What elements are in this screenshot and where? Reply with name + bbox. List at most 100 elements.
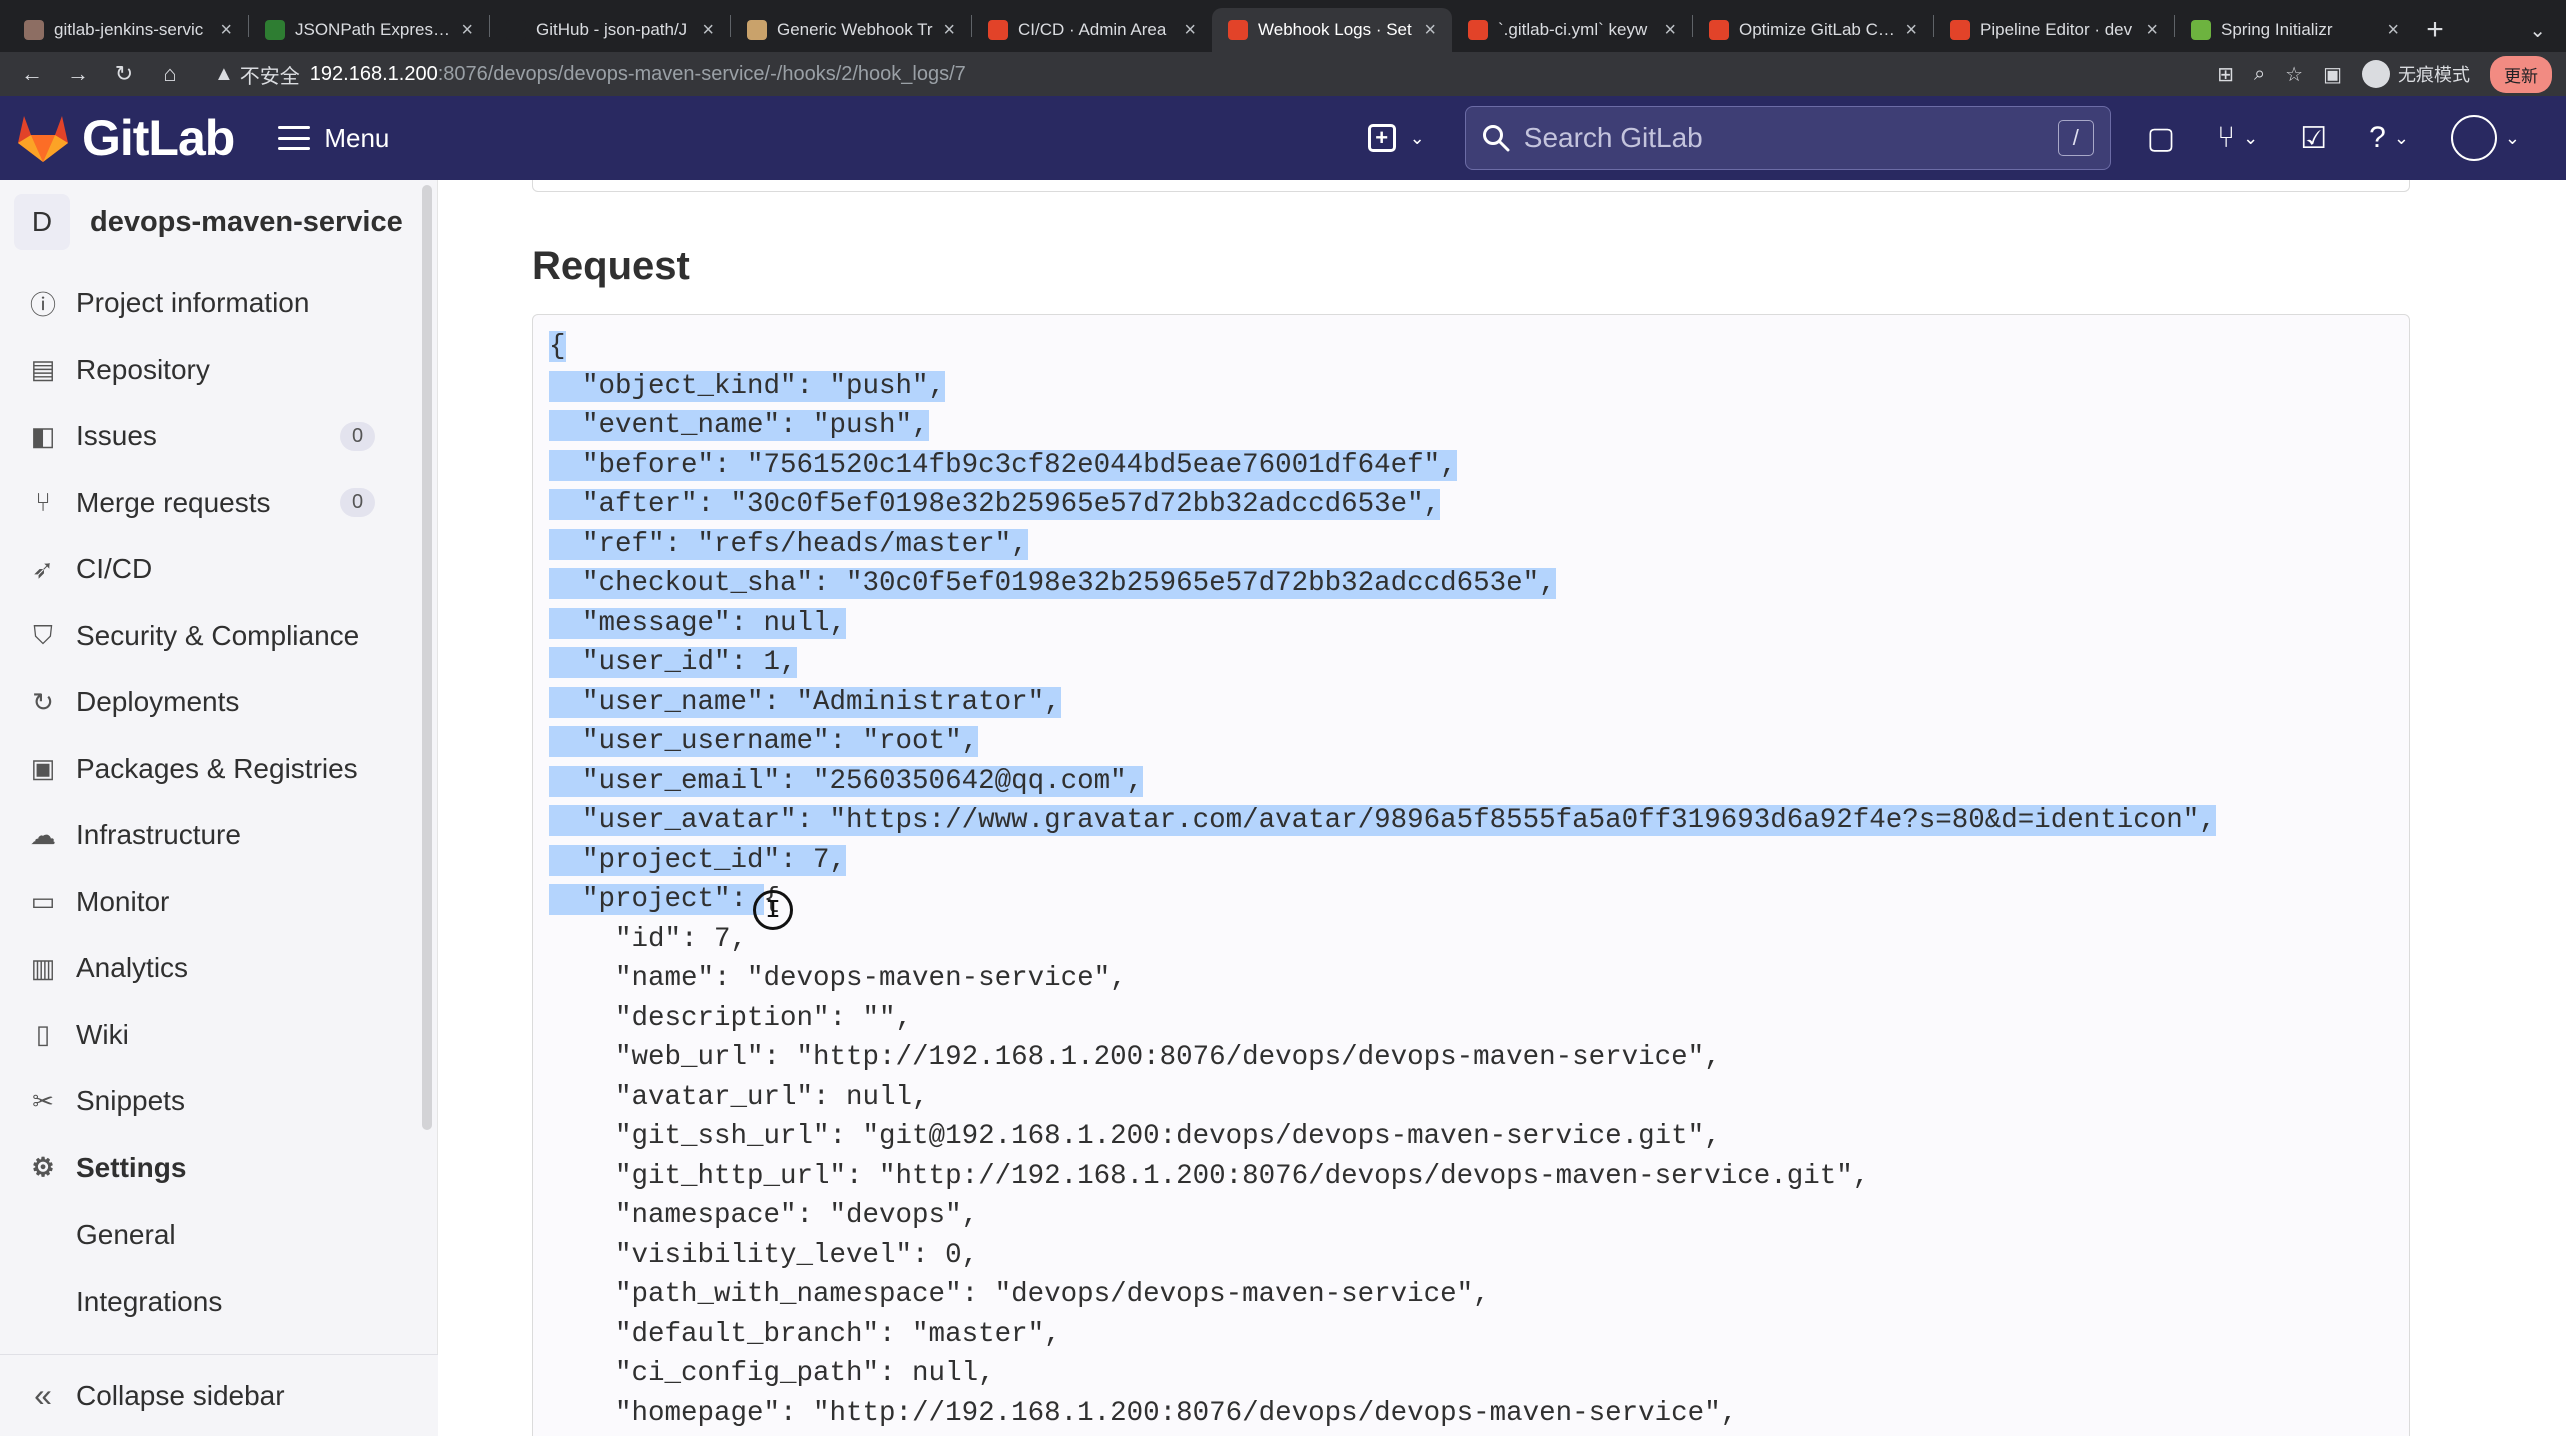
sidebar-item-wiki[interactable]: ▯ Wiki [0, 1002, 437, 1069]
zoom-icon[interactable]: ⌕ [2254, 63, 2265, 86]
close-tab-icon[interactable]: × [2146, 19, 2158, 42]
sidebar-subitem-general[interactable]: General [0, 1201, 437, 1268]
sidebar-item-repository[interactable]: ▤ Repository [0, 337, 437, 404]
url-host: 192.168.1.200 [309, 62, 438, 85]
address-bar[interactable]: ▲ 不安全 192.168.1.200:8076/devops/devops-m… [214, 60, 2217, 89]
close-tab-icon[interactable]: × [1424, 19, 1436, 42]
code-line: { [549, 327, 2216, 367]
close-tab-icon[interactable]: × [2387, 19, 2399, 42]
browser-tab[interactable]: Pipeline Editor · dev × [1934, 8, 2174, 52]
code-line: "ci_config_path": null, [549, 1354, 2216, 1394]
previous-section-box [532, 180, 2410, 192]
close-tab-icon[interactable]: × [1905, 19, 1917, 42]
code-line-text: "name": "devops-maven-service", [549, 963, 1127, 994]
code-line-text: "path_with_namespace": "devops/devops-ma… [549, 1279, 1490, 1310]
hamburger-icon [278, 126, 311, 150]
browser-tab[interactable]: JSONPath Expressio × [249, 8, 489, 52]
forward-arrow-icon[interactable]: → [60, 56, 96, 92]
document-icon: ▤ [30, 354, 56, 385]
close-tab-icon[interactable]: × [943, 19, 955, 42]
search-box[interactable]: / [1464, 106, 2111, 170]
update-button[interactable]: 更新 [2490, 55, 2552, 93]
reload-icon[interactable]: ↻ [106, 56, 142, 92]
deployments-icon: ↻ [32, 686, 54, 717]
browser-tab[interactable]: GitHub - json-path/J × [490, 8, 730, 52]
browser-tab[interactable]: CI/CD · Admin Area × [972, 8, 1212, 52]
sidebar-scrollbar[interactable] [422, 185, 432, 1130]
browser-tab[interactable]: Spring Initializr × [2175, 8, 2415, 52]
help-icon[interactable]: ? ⌄ [2369, 121, 2409, 155]
close-tab-icon[interactable]: × [1184, 19, 1196, 42]
tab-title: CI/CD · Admin Area [1018, 20, 1167, 39]
tab-search-chevron-icon[interactable]: ⌄ [2529, 8, 2566, 52]
tab-title: Pipeline Editor · dev [1980, 20, 2133, 39]
count-badge: 0 [340, 488, 376, 518]
close-tab-icon[interactable]: × [702, 19, 714, 42]
sidebar-item-infrastructure[interactable]: ☁ Infrastructure [0, 802, 437, 869]
menu-label: Menu [324, 122, 390, 153]
side-panel-icon[interactable]: ▣ [2323, 62, 2342, 87]
sidebar-project-header[interactable]: D devops-maven-service [0, 180, 437, 264]
sidebar-item-packages-registries[interactable]: ▣ Packages & Registries [0, 736, 437, 803]
favicon-icon [988, 20, 1008, 40]
browser-tab[interactable]: gitlab-jenkins-servic × [8, 8, 248, 52]
incognito-label: 无痕模式 [2398, 65, 2470, 85]
todo-checkbox-icon[interactable]: ☑ [2300, 121, 2327, 156]
code-line-text: "namespace": "devops", [549, 1200, 979, 1231]
sidebar-item-analytics[interactable]: ▥ Analytics [0, 935, 437, 1002]
rocket-icon: ➶ [32, 553, 54, 584]
new-tab-button[interactable]: + [2415, 8, 2455, 52]
incognito-indicator[interactable]: 无痕模式 [2362, 60, 2470, 88]
code-line: "user_username": "root", [549, 722, 2216, 762]
sidebar-item-label: Monitor [76, 885, 170, 917]
double-chevron-left-icon: « [34, 1377, 52, 1413]
code-line-text: "default_branch": "master", [549, 1318, 1061, 1350]
sidebar-item-issues[interactable]: ◧ Issues 0 [0, 403, 437, 470]
browser-tab[interactable]: Optimize GitLab CI/C × [1693, 8, 1933, 52]
sidebar-item-deployments[interactable]: ↻ Deployments [0, 669, 437, 736]
code-line-text: "git_http_url": "http://192.168.1.200:80… [549, 1160, 1870, 1192]
chart-icon: ▥ [30, 952, 56, 983]
close-tab-icon[interactable]: × [461, 19, 473, 42]
translate-icon[interactable]: ⊞ [2217, 62, 2234, 87]
tab-title: JSONPath Expressio [295, 20, 454, 39]
main-content: Request { "object_kind": "push", "event_… [440, 180, 2566, 1436]
code-line-text: "checkout_sha": "30c0f5ef0198e32b25965e5… [549, 568, 1556, 599]
menu-button[interactable]: Menu [278, 123, 389, 154]
user-menu[interactable]: ⌄ [2450, 115, 2520, 161]
browser-tab[interactable]: Generic Webhook Tr × [731, 8, 971, 52]
gitlab-logo[interactable]: GitLab [16, 109, 235, 167]
shield-icon: ⛉ [33, 619, 53, 650]
sidebar-item-label: Infrastructure [76, 819, 241, 851]
search-input[interactable] [1523, 122, 2044, 154]
warning-icon: ▲ [214, 62, 234, 85]
browser-toolbar: ← → ↻ ⌂ ▲ 不安全 192.168.1.200:8076/devops/… [0, 52, 2566, 96]
sidebar-item-label: Packages & Registries [76, 752, 358, 784]
home-icon[interactable]: ⌂ [152, 56, 188, 92]
close-tab-icon[interactable]: × [220, 19, 232, 42]
browser-tab[interactable]: `.gitlab-ci.yml` keyw × [1452, 8, 1692, 52]
sidebar-item-settings[interactable]: ⚙ Settings [0, 1135, 437, 1202]
sidebar-item-project-information[interactable]: ⓘ Project information [0, 270, 437, 337]
back-arrow-icon[interactable]: ← [14, 56, 50, 92]
create-new-dropdown[interactable]: + ⌄ [1367, 124, 1425, 152]
sidebar-item-ci-cd[interactable]: ➶ CI/CD [0, 536, 437, 603]
merge-requests-header-icon[interactable]: ⑂ ⌄ [2217, 121, 2258, 155]
issues-header-icon[interactable]: ▢ [2147, 121, 2175, 156]
code-line: "ref": "refs/heads/master", [549, 525, 2216, 565]
browser-tab-strip: gitlab-jenkins-servic × JSONPath Expressio… [0, 0, 2566, 52]
sidebar-item-merge-requests[interactable]: ⑂ Merge requests 0 [0, 470, 437, 537]
code-line: "object_kind": "push", [549, 367, 2216, 407]
collapse-sidebar-button[interactable]: « Collapse sidebar [0, 1354, 438, 1436]
browser-tab[interactable]: Webhook Logs · Set × [1212, 8, 1452, 52]
sidebar-subitem-integrations[interactable]: Integrations [0, 1268, 437, 1335]
sidebar-item-monitor[interactable]: ▭ Monitor [0, 869, 437, 936]
bookmark-star-icon[interactable]: ☆ [2285, 62, 2303, 87]
close-tab-icon[interactable]: × [1664, 19, 1676, 42]
sidebar-item-snippets[interactable]: ✂ Snippets [0, 1068, 437, 1135]
request-code-block: { "object_kind": "push", "event_name": "… [532, 314, 2410, 1436]
chevron-down-icon: ⌄ [2504, 127, 2520, 148]
sidebar-item-security-compliance[interactable]: ⛉ Security & Compliance [0, 603, 437, 670]
code-line-text: "user_email": "2560350642@qq.com", [549, 765, 1144, 797]
code-line-text: "git_ssh_url": "git@192.168.1.200:devops… [549, 1121, 1721, 1152]
